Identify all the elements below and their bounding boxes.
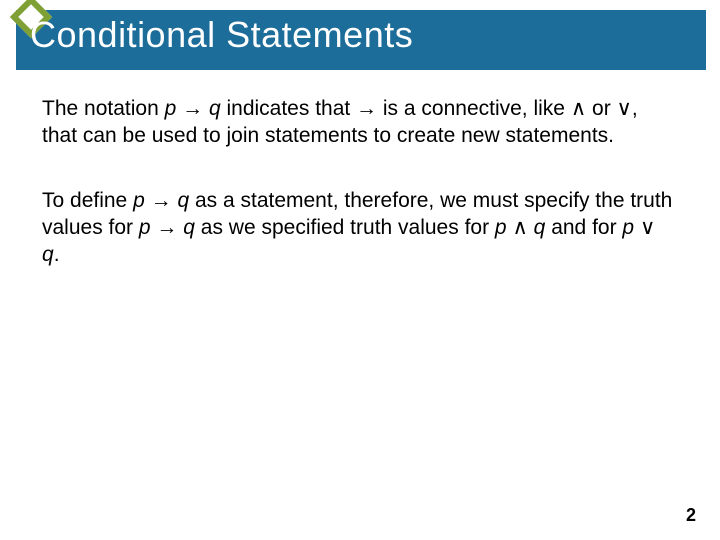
- or-icon: ∨: [617, 97, 632, 120]
- page-number: 2: [686, 505, 696, 526]
- and-icon: ∧: [571, 97, 586, 120]
- var-p: p: [165, 97, 177, 120]
- var-q: q: [209, 97, 221, 120]
- var-q: q: [183, 216, 195, 239]
- var-p: p: [139, 216, 151, 239]
- var-q: q: [42, 243, 54, 266]
- paragraph-1: The notation p → q indicates that → is a…: [42, 96, 678, 150]
- text: and for: [545, 216, 622, 239]
- text: .: [54, 243, 60, 266]
- var-p: p: [133, 189, 145, 212]
- slide: Conditional Statements The notation p → …: [0, 0, 720, 540]
- arrow-icon: →: [176, 97, 209, 120]
- arrow-icon: →: [151, 216, 184, 239]
- text: To define: [42, 189, 133, 212]
- text: indicates that → is a connective, like: [221, 97, 571, 120]
- and-icon: ∧: [512, 216, 527, 239]
- var-p: p: [495, 216, 507, 239]
- text: The notation: [42, 97, 165, 120]
- or-icon: ∨: [640, 216, 655, 239]
- text: or: [586, 97, 616, 120]
- var-p: p: [622, 216, 634, 239]
- var-q: q: [177, 189, 189, 212]
- body-text: The notation p → q indicates that → is a…: [42, 96, 678, 268]
- text: as we specified truth values for: [195, 216, 495, 239]
- paragraph-2: To define p → q as a statement, therefor…: [42, 188, 678, 269]
- var-q: q: [534, 216, 546, 239]
- arrow-icon: →: [145, 189, 178, 212]
- slide-title: Conditional Statements: [30, 14, 413, 56]
